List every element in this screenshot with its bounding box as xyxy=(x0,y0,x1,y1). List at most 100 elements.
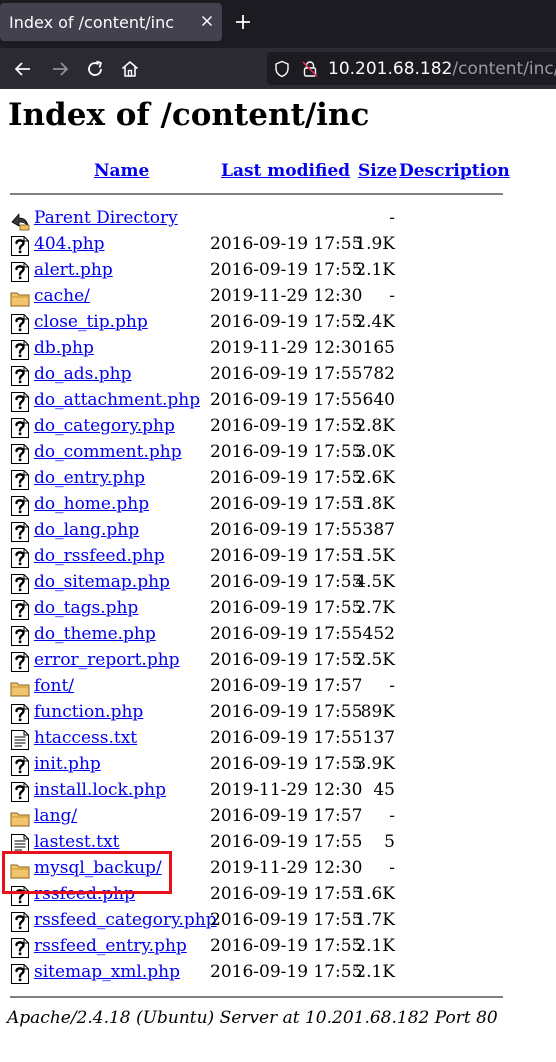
footer-divider xyxy=(10,996,503,998)
file-modified: 2019-11-29 12:30 xyxy=(210,338,363,358)
unknown-file-icon xyxy=(11,314,29,334)
file-modified: 2016-09-19 17:55 xyxy=(210,416,363,436)
file-link[interactable]: alert.php xyxy=(34,260,113,280)
file-row: rssfeed_category.php 2016-09-19 17:55 1.7K xyxy=(0,908,556,934)
unknown-file-icon xyxy=(11,470,29,490)
file-modified: 2016-09-19 17:55 xyxy=(210,494,363,514)
address-bar[interactable]: 10.201.68.182/content/inc/ xyxy=(267,52,556,85)
tab-active[interactable]: Index of /content/inc xyxy=(0,3,222,41)
file-link[interactable]: 404.php xyxy=(34,234,105,254)
header-divider xyxy=(10,193,503,195)
file-link[interactable]: error_report.php xyxy=(34,650,180,670)
url-path: /content/inc/ xyxy=(452,59,556,79)
parent-directory-row: Parent Directory - xyxy=(0,206,556,232)
file-row: install.lock.php 2019-11-29 12:30 45 xyxy=(0,778,556,804)
file-size: 1.5K xyxy=(355,546,395,566)
url-text[interactable]: 10.201.68.182/content/inc/ xyxy=(328,59,556,79)
file-row: do_rssfeed.php 2016-09-19 17:55 1.5K xyxy=(0,544,556,570)
file-row: do_lang.php 2016-09-19 17:55 387 xyxy=(0,518,556,544)
new-tab-plus-icon[interactable] xyxy=(233,12,253,32)
home-icon[interactable] xyxy=(119,58,141,80)
file-size: 2.1K xyxy=(355,936,395,956)
file-size: 2.8K xyxy=(355,416,395,436)
file-link[interactable]: do_lang.php xyxy=(34,520,139,540)
file-row: do_category.php 2016-09-19 17:55 2.8K xyxy=(0,414,556,440)
forward-arrow-icon[interactable] xyxy=(49,58,71,80)
file-link[interactable]: lastest.txt xyxy=(34,832,119,852)
reload-icon[interactable] xyxy=(84,58,106,80)
file-size: 4.5K xyxy=(355,572,395,592)
column-header-last-modified[interactable]: Last modified xyxy=(221,161,350,181)
file-modified: 2016-09-19 17:57 xyxy=(210,676,363,696)
insecure-lock-icon[interactable] xyxy=(301,60,319,78)
file-link[interactable]: do_theme.php xyxy=(34,624,156,644)
file-modified: 2016-09-19 17:55 xyxy=(210,702,363,722)
unknown-file-icon xyxy=(11,704,29,724)
file-row: rssfeed_entry.php 2016-09-19 17:55 2.1K xyxy=(0,934,556,960)
column-header-description[interactable]: Description xyxy=(399,161,510,181)
page-content: Index of /content/inc Name Last modified… xyxy=(0,89,556,1062)
file-modified: 2016-09-19 17:55 xyxy=(210,390,363,410)
unknown-file-icon xyxy=(11,938,29,958)
file-modified: 2016-09-19 17:55 xyxy=(210,312,363,332)
file-link[interactable]: init.php xyxy=(34,754,101,774)
file-link[interactable]: htaccess.txt xyxy=(34,728,137,748)
file-row: cache/2019-11-29 12:30 - xyxy=(0,284,556,310)
file-size: 2.4K xyxy=(355,312,395,332)
file-link[interactable]: font/ xyxy=(34,676,74,696)
shield-icon[interactable] xyxy=(273,60,291,78)
file-modified: 2016-09-19 17:55 xyxy=(210,832,363,852)
file-link[interactable]: do_tags.php xyxy=(34,598,138,618)
file-row: sitemap_xml.php 2016-09-19 17:55 2.1K xyxy=(0,960,556,986)
file-link[interactable]: close_tip.php xyxy=(34,312,148,332)
file-link[interactable]: function.php xyxy=(34,702,143,722)
file-link[interactable]: install.lock.php xyxy=(34,780,166,800)
unknown-file-icon xyxy=(11,626,29,646)
file-link[interactable]: do_comment.php xyxy=(34,442,182,462)
file-size: 782 xyxy=(362,364,395,384)
file-size: 2.1K xyxy=(355,962,395,982)
unknown-file-icon xyxy=(11,496,29,516)
file-link[interactable]: do_category.php xyxy=(34,416,175,436)
unknown-file-icon xyxy=(11,782,29,802)
file-row: do_home.php 2016-09-19 17:55 1.8K xyxy=(0,492,556,518)
unknown-file-icon xyxy=(11,652,29,672)
parent-directory-size: - xyxy=(389,208,395,228)
unknown-file-icon xyxy=(11,236,29,256)
file-size: 2.1K xyxy=(355,260,395,280)
file-link[interactable]: cache/ xyxy=(34,286,90,306)
column-header-size[interactable]: Size xyxy=(358,161,397,181)
server-signature: Apache/2.4.18 (Ubuntu) Server at 10.201.… xyxy=(7,1008,498,1028)
parent-directory-link[interactable]: Parent Directory xyxy=(34,208,178,228)
file-link[interactable]: do_entry.php xyxy=(34,468,145,488)
file-row: do_sitemap.php 2016-09-19 17:55 4.5K xyxy=(0,570,556,596)
file-modified: 2016-09-19 17:55 xyxy=(210,598,363,618)
file-modified: 2016-09-19 17:55 xyxy=(210,442,363,462)
unknown-file-icon xyxy=(11,600,29,620)
file-size: 89K xyxy=(360,702,395,722)
tab-title: Index of /content/inc xyxy=(9,13,175,32)
file-link[interactable]: do_rssfeed.php xyxy=(34,546,165,566)
file-size: 1.8K xyxy=(355,494,395,514)
file-link[interactable]: do_home.php xyxy=(34,494,149,514)
file-modified: 2016-09-19 17:55 xyxy=(210,650,363,670)
file-link[interactable]: rssfeed_category.php xyxy=(34,910,217,930)
file-link[interactable]: sitemap_xml.php xyxy=(34,962,180,982)
file-link[interactable]: lang/ xyxy=(34,806,77,826)
file-link[interactable]: do_attachment.php xyxy=(34,390,200,410)
folder-icon xyxy=(10,292,30,307)
url-host: 10.201.68.182 xyxy=(328,59,453,79)
file-modified: 2016-09-19 17:55 xyxy=(210,962,363,982)
file-link[interactable]: do_ads.php xyxy=(34,364,131,384)
file-size: 137 xyxy=(362,728,395,748)
back-arrow-icon[interactable] xyxy=(12,58,34,80)
column-header-name[interactable]: Name xyxy=(94,161,149,181)
file-link[interactable]: db.php xyxy=(34,338,94,358)
file-link[interactable]: do_sitemap.php xyxy=(34,572,170,592)
unknown-file-icon xyxy=(11,964,29,984)
file-size: 45 xyxy=(373,780,395,800)
file-link[interactable]: rssfeed_entry.php xyxy=(34,936,187,956)
close-icon[interactable] xyxy=(199,13,215,29)
unknown-file-icon xyxy=(11,756,29,776)
file-modified: 2016-09-19 17:55 xyxy=(210,728,363,748)
